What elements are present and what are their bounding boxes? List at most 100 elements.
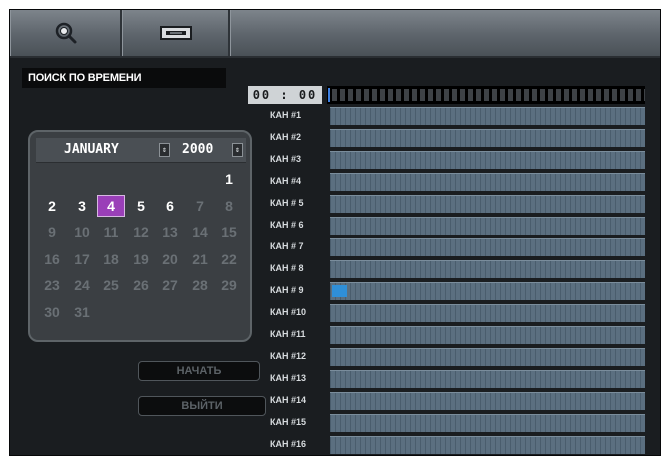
channel-label: КАН # 9 [270,285,304,295]
calendar-day[interactable]: 24 [68,274,96,296]
exit-button[interactable]: ВЫЙТИ [138,396,266,416]
ruler-tick [524,89,529,101]
channel-track[interactable] [330,195,645,213]
calendar-day[interactable]: 10 [68,221,96,243]
channel-track[interactable] [330,282,645,300]
calendar-day[interactable]: 16 [38,248,66,270]
ruler-tick [356,89,361,101]
time-readout: 00 : 00 [248,86,322,104]
channel-label: КАН #12 [270,351,307,361]
calendar-day[interactable]: 12 [127,221,155,243]
device-button[interactable] [122,10,230,56]
calendar-day[interactable]: 20 [156,248,184,270]
channel-label: КАН #14 [270,395,307,405]
ruler-tick [404,89,409,101]
channel-track[interactable] [330,238,645,256]
calendar-day[interactable]: 3 [68,195,96,217]
month-spinner-icon[interactable]: ⇕ [159,143,170,157]
calendar-day[interactable]: 17 [68,248,96,270]
calendar-day[interactable]: 8 [215,195,243,217]
search-button[interactable] [10,10,122,56]
channel-label: КАН #11 [270,329,306,339]
ruler-tick [580,89,585,101]
channel-track[interactable] [330,436,645,454]
calendar-day[interactable]: 5 [127,195,155,217]
ruler-tick [420,89,425,101]
calendar-day[interactable]: 9 [38,221,66,243]
ruler-tick [412,89,417,101]
channel-track[interactable] [330,107,645,125]
calendar-day[interactable]: 14 [186,221,214,243]
calendar-day[interactable]: 2 [38,195,66,217]
ruler-tick [628,89,633,101]
channel-track[interactable] [330,217,645,235]
calendar-day[interactable]: 23 [38,274,66,296]
channel-track[interactable] [330,370,645,388]
ruler-tick [500,89,505,101]
calendar-day[interactable]: 31 [68,301,96,323]
calendar-day[interactable]: 4 [97,195,125,217]
recording-segment[interactable] [332,285,347,297]
calendar-day[interactable]: 19 [127,248,155,270]
calendar-day[interactable]: 28 [186,274,214,296]
start-button[interactable]: НАЧАТЬ [138,361,260,381]
ruler-tick [460,89,465,101]
channel-track[interactable] [330,151,645,169]
ruler-tick [508,89,513,101]
ruler-tick [396,89,401,101]
channel-label: КАН #2 [270,132,302,142]
channel-track[interactable] [330,304,645,322]
calendar-day[interactable]: 25 [97,274,125,296]
month-select[interactable]: JANUARY ⇕ [52,140,172,160]
ruler-tick [380,89,385,101]
calendar-day[interactable]: 27 [156,274,184,296]
channel-label: КАН #16 [270,439,307,449]
toolbar [10,10,660,58]
channel-track[interactable] [330,173,645,191]
ruler-tick [612,89,617,101]
time-ruler[interactable] [327,86,645,104]
channel-label: КАН #13 [270,373,307,383]
channel-track[interactable] [330,414,645,432]
channel-label: КАН #15 [270,417,307,427]
calendar-day[interactable]: 21 [186,248,214,270]
ruler-tick [564,89,569,101]
calendar-day[interactable]: 29 [215,274,243,296]
year-spinner-icon[interactable]: ⇕ [232,143,243,157]
ruler-tick [556,89,561,101]
channel-label: КАН # 5 [270,198,304,208]
calendar-day[interactable]: 1 [215,168,243,190]
calendar-day[interactable]: 15 [215,221,243,243]
channel-track[interactable] [330,326,645,344]
channel-track[interactable] [330,348,645,366]
page-title: ПОИСК ПО ВРЕМЕНИ [22,68,226,88]
channel-track[interactable] [330,260,645,278]
calendar-day[interactable]: 11 [97,221,125,243]
ruler-tick [452,89,457,101]
channel-label: КАН # 6 [270,220,304,230]
channel-track[interactable] [330,129,645,147]
channel-label: КАН #1 [270,110,302,120]
calendar-day[interactable]: 30 [38,301,66,323]
calendar-day[interactable]: 6 [156,195,184,217]
day-grid: 1 2 3 4 5 6 7 8 9 10 11 12 13 14 15 16 17 18 19 20 21 22 23 24 2… [38,166,246,338]
calendar-day[interactable]: 26 [127,274,155,296]
calendar-day[interactable]: 18 [97,248,125,270]
ruler-tick [604,89,609,101]
calendar-day[interactable]: 22 [215,248,243,270]
toolbar-spacer [230,10,660,56]
search-icon [55,22,76,44]
ruler-tick [372,89,377,101]
channel-label: КАН #3 [270,154,302,164]
channel-label: КАН #4 [270,176,302,186]
calendar-day[interactable]: 7 [186,195,214,217]
channel-label: КАН # 8 [270,263,304,273]
time-cursor[interactable] [328,88,330,102]
ruler-tick [436,89,441,101]
ruler-tick [388,89,393,101]
calendar-day[interactable]: 13 [156,221,184,243]
year-select[interactable]: 2000 ⇕ [174,140,246,160]
calendar-header: JANUARY ⇕ 2000 ⇕ [36,138,246,163]
channel-track[interactable] [330,392,645,410]
ruler-tick [444,89,449,101]
